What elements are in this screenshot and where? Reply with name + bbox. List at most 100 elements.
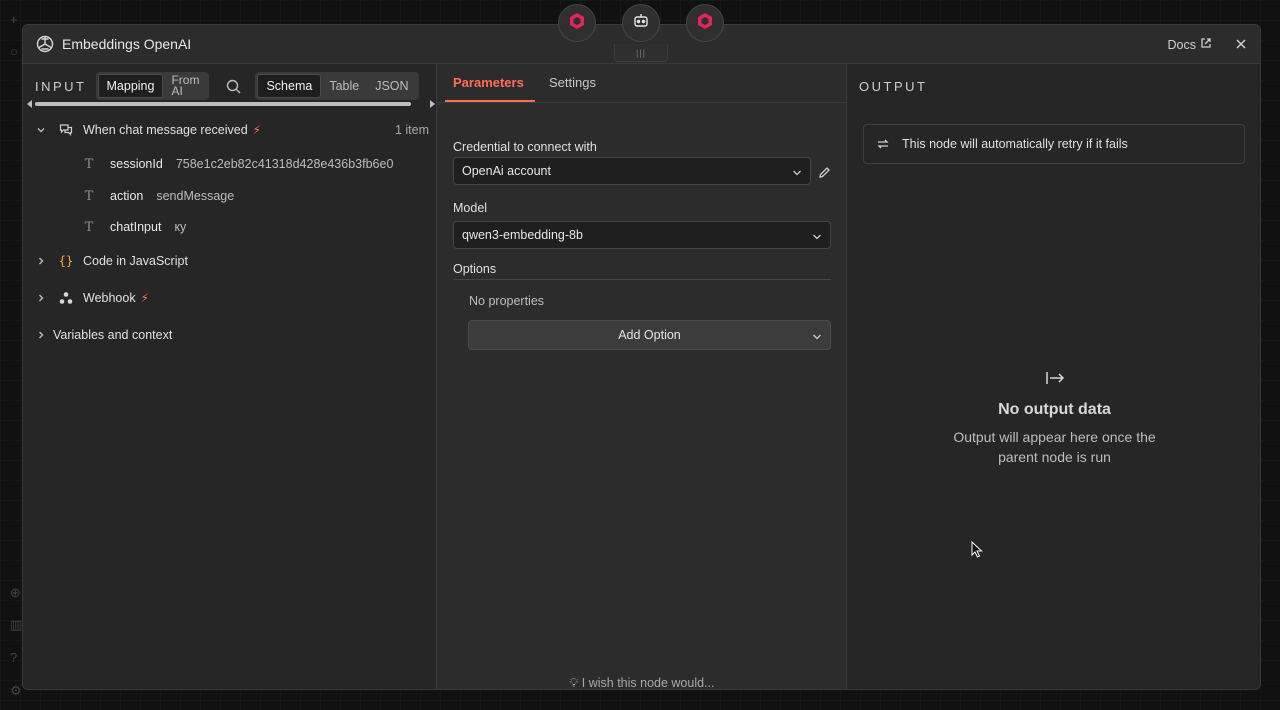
field-key[interactable]: chatInput <box>107 218 164 236</box>
help-icon: ? <box>10 650 18 665</box>
options-label: Options <box>453 262 497 276</box>
params-tabs: Parameters Settings <box>437 64 847 103</box>
add-option-label: Add Option <box>618 328 681 342</box>
search-icon: ○ <box>10 44 18 59</box>
credential-value: OpenAi account <box>462 164 551 178</box>
templates-icon: ⊕ <box>10 585 21 600</box>
parameters-panel: Parameters Settings Credential to connec… <box>437 64 847 690</box>
scroll-left-icon[interactable] <box>27 100 32 108</box>
docs-link[interactable]: Docs <box>1168 37 1212 52</box>
field-key[interactable]: sessionId <box>107 155 166 173</box>
active-tab-indicator <box>445 100 535 102</box>
webhook-icon <box>56 288 76 308</box>
tab-json[interactable]: JSON <box>367 74 416 98</box>
node-label: When chat message received <box>83 123 248 137</box>
variables-label: Variables and context <box>53 328 173 342</box>
tree-node-chat-trigger[interactable]: When chat message received ⚡ 1 item <box>23 117 437 143</box>
code-braces-icon: {} <box>58 254 74 268</box>
output-panel: OUTPUT This node will automatically retr… <box>847 64 1260 689</box>
scrollbar-thumb[interactable] <box>35 102 411 106</box>
mouse-cursor-icon <box>971 540 983 563</box>
tab-mapping[interactable]: Mapping <box>97 74 164 98</box>
cube-icon <box>696 12 714 35</box>
output-arrow-icon <box>1045 372 1065 390</box>
text-type-icon: T <box>84 156 94 172</box>
plus-icon: + <box>10 12 18 27</box>
empty-description: Output will appear here once the parent … <box>847 427 1260 467</box>
scroll-right-icon[interactable] <box>430 100 435 108</box>
tab-from-ai[interactable]: From AI <box>163 74 207 98</box>
tab-table[interactable]: Table <box>321 74 367 98</box>
lightbulb-icon: 💡︎ <box>569 676 579 690</box>
empty-text-line1: Output will appear here once the <box>953 429 1156 445</box>
chevron-right-icon[interactable] <box>33 327 49 343</box>
text-type-icon: T <box>84 219 94 235</box>
no-properties-text: No properties <box>469 294 545 308</box>
retry-icon <box>876 137 890 151</box>
horizontal-scrollbar[interactable] <box>27 100 435 108</box>
node-details-modal: Embeddings OpenAI Docs INPUT Mapping Fro… <box>22 24 1261 690</box>
model-value: qwen3-embedding-8b <box>462 228 583 242</box>
schema-field-action[interactable]: T action sendMessage <box>83 184 235 208</box>
tab-schema[interactable]: Schema <box>257 74 322 98</box>
cube-icon <box>568 12 586 35</box>
tab-settings[interactable]: Settings <box>549 75 596 90</box>
chevron-down-icon[interactable] <box>33 122 49 138</box>
input-panel: INPUT Mapping From AI Schema Table JSON <box>23 64 437 689</box>
modal-title: Embeddings OpenAI <box>62 36 192 52</box>
model-select[interactable]: qwen3-embedding-8b <box>453 221 831 249</box>
pencil-icon[interactable] <box>815 163 833 181</box>
external-link-icon <box>1200 37 1212 52</box>
tab-parameters[interactable]: Parameters <box>453 75 524 90</box>
node-label: Code in JavaScript <box>83 254 188 268</box>
node-label: Webhook <box>83 291 136 305</box>
current-node-button[interactable] <box>622 4 660 42</box>
docs-label: Docs <box>1167 37 1196 52</box>
tree-node-webhook[interactable]: Webhook ⚡ <box>23 285 437 311</box>
chevron-down-icon <box>812 231 822 245</box>
chevron-down-icon <box>812 331 822 345</box>
input-label: INPUT <box>35 78 87 94</box>
field-key[interactable]: action <box>107 187 146 205</box>
view-toggle: Schema Table JSON <box>255 72 419 100</box>
empty-output: No output data Output will appear here o… <box>847 370 1260 467</box>
schema-field-sessionid[interactable]: T sessionId 758e1c2eb82c41318d428e436b3f… <box>83 152 394 176</box>
empty-title: No output data <box>998 401 1111 418</box>
trigger-bolt-icon: ⚡ <box>252 123 262 137</box>
retry-notice: This node will automatically retry if it… <box>863 124 1245 164</box>
close-icon[interactable] <box>1232 35 1250 53</box>
field-value: 758e1c2eb82c41318d428e436b3fb6e0 <box>175 157 394 171</box>
chevron-right-icon[interactable] <box>33 253 49 269</box>
empty-text-line2: parent node is run <box>998 449 1111 465</box>
field-value: ку <box>174 220 187 234</box>
mapping-toggle: Mapping From AI <box>95 72 210 100</box>
from-ai-line2: AI <box>171 84 183 98</box>
chat-icon <box>56 120 76 140</box>
model-label: Model <box>453 201 488 215</box>
output-label: OUTPUT <box>859 79 928 94</box>
parent-node-button[interactable] <box>558 4 596 42</box>
openai-icon <box>35 34 55 54</box>
search-icon[interactable] <box>221 74 245 98</box>
settings-icon: ⚙ <box>10 683 22 698</box>
variables-and-context[interactable]: Variables and context <box>23 322 437 348</box>
tree-node-code[interactable]: {} Code in JavaScript <box>23 248 437 274</box>
field-value: sendMessage <box>156 189 235 203</box>
item-count: 1 item <box>394 123 429 137</box>
schema-field-chatinput[interactable]: T chatInput ку <box>83 215 187 239</box>
divider <box>453 279 831 280</box>
insights-icon: ▥ <box>10 617 23 632</box>
add-option-button[interactable]: Add Option <box>468 320 831 350</box>
retry-text: This node will automatically retry if it… <box>902 137 1128 151</box>
robot-icon <box>632 12 650 35</box>
feedback-link[interactable]: 💡︎ I wish this node would... <box>437 676 847 690</box>
credential-label: Credential to connect with <box>453 140 597 154</box>
input-header: INPUT Mapping From AI Schema Table JSON <box>35 72 435 100</box>
credential-select[interactable]: OpenAi account <box>453 157 811 185</box>
chevron-down-icon <box>792 167 802 181</box>
text-type-icon: T <box>84 188 94 204</box>
feedback-text: I wish this node would... <box>581 676 715 690</box>
chevron-right-icon[interactable] <box>33 290 49 306</box>
child-node-button[interactable] <box>686 4 724 42</box>
panel-drag-handle[interactable]: ||| <box>614 44 668 62</box>
